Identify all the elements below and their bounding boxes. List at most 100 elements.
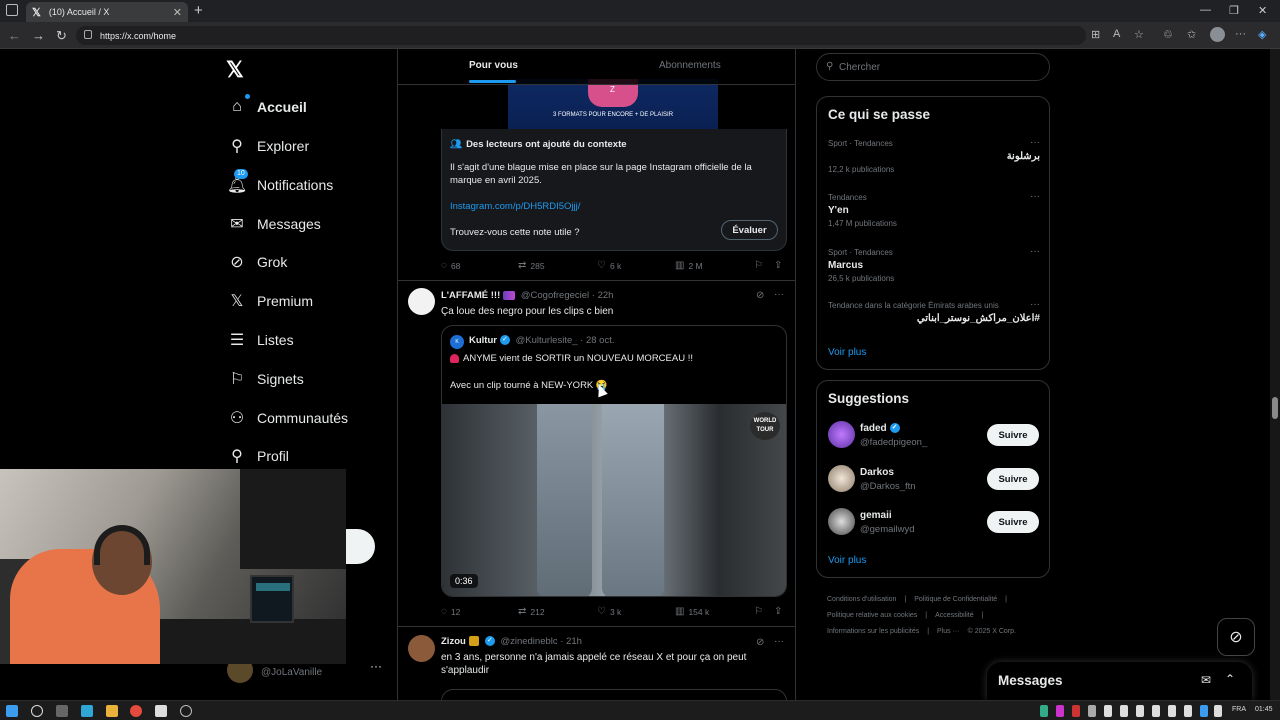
- tray-icon[interactable]: [1072, 705, 1080, 717]
- suggestion-item[interactable]: Darkos @Darkos_ftn Suivre: [828, 465, 1040, 495]
- tab-following[interactable]: Abonnements: [659, 60, 721, 71]
- read-aloud-icon[interactable]: A: [1113, 28, 1120, 40]
- page-scrollbar[interactable]: [1270, 49, 1280, 700]
- bookmark-button[interactable]: ⚐: [754, 260, 767, 271]
- more-link[interactable]: Plus ···: [937, 628, 960, 635]
- nav-item-messages[interactable]: ✉ Messages: [226, 209, 321, 239]
- like-button[interactable]: ♡ 6 k: [597, 260, 621, 271]
- search-icon[interactable]: [31, 705, 43, 717]
- language-indicator[interactable]: FRA: [1232, 706, 1246, 713]
- nav-item-bookmarks[interactable]: ⚐ Signets: [226, 364, 304, 394]
- browser-tab[interactable]: 𝕏 (10) Accueil / X ✕: [26, 2, 188, 22]
- bluetooth-icon[interactable]: [1200, 705, 1208, 717]
- community-note-link[interactable]: Instagram.com/p/DH5RDI5Ojjj/: [450, 201, 580, 212]
- tray-icon[interactable]: [1088, 705, 1096, 717]
- suggestion-item[interactable]: gemaii @gemailwyd Suivre: [828, 508, 1040, 538]
- tweet-author-handle[interactable]: @zinedineblc: [500, 636, 557, 647]
- tweet-avatar[interactable]: [408, 288, 435, 315]
- wifi-icon[interactable]: [1214, 705, 1222, 717]
- promo-image[interactable]: Z 3 FORMATS POUR ENCORE + DE PLAISIR: [508, 79, 718, 129]
- back-icon[interactable]: ←: [8, 28, 21, 43]
- microphone-icon[interactable]: [1120, 705, 1128, 717]
- app-icon[interactable]: ⊞: [1091, 28, 1100, 41]
- grok-icon[interactable]: ⊘: [756, 290, 764, 301]
- nav-item-communities[interactable]: ⚇ Communautés: [226, 403, 348, 433]
- extension-icon[interactable]: ♲: [1163, 28, 1173, 41]
- like-button[interactable]: ♡ 3 k: [597, 606, 621, 617]
- scroll-thumb[interactable]: [1272, 397, 1278, 419]
- tray-icon[interactable]: [1152, 705, 1160, 717]
- forward-icon[interactable]: →: [32, 28, 45, 43]
- file-explorer-icon[interactable]: [106, 705, 118, 717]
- quoted-tweet[interactable]: K Kultur ✓ @Kulturlesite_ · 28 oct. ANYME…: [441, 325, 787, 597]
- show-more-link[interactable]: Voir plus: [828, 347, 866, 358]
- minimize-icon[interactable]: —: [1200, 4, 1211, 16]
- more-icon[interactable]: ···: [1030, 137, 1040, 148]
- reply-button[interactable]: ◌ 68: [441, 260, 460, 271]
- nav-item-lists[interactable]: ☰ Listes: [226, 325, 294, 355]
- reload-icon[interactable]: ↻: [56, 28, 67, 44]
- nav-item-notifications[interactable]: 🔔︎ 10 Notifications: [226, 169, 333, 200]
- grok-floating-button[interactable]: ⊘: [1217, 618, 1255, 656]
- tweet-author-name[interactable]: Zizou: [441, 636, 466, 647]
- maximize-icon[interactable]: ❐: [1229, 4, 1239, 17]
- trend-item[interactable]: Sport · Tendances برشلونة 12,2 k publica…: [828, 137, 1040, 174]
- terms-link[interactable]: Conditions d'utilisation: [827, 596, 896, 603]
- browser-menu-icon[interactable]: ···: [1235, 28, 1246, 40]
- follow-button[interactable]: Suivre: [987, 424, 1039, 446]
- nav-item-premium[interactable]: 𝕏 Premium: [226, 286, 313, 316]
- tray-icon[interactable]: [1040, 705, 1048, 717]
- app-icon[interactable]: [155, 705, 167, 717]
- edge-icon[interactable]: [81, 705, 93, 717]
- nav-item-explore[interactable]: ⚲ Explorer: [226, 131, 309, 161]
- views-button[interactable]: ▥ 154 k: [675, 606, 709, 617]
- grok-icon[interactable]: ⊘: [756, 637, 764, 648]
- more-icon[interactable]: ···: [774, 636, 784, 647]
- bookmark-button[interactable]: ⚐: [754, 606, 767, 617]
- reply-button[interactable]: ◌ 12: [441, 606, 460, 617]
- privacy-link[interactable]: Politique de Confidentialité: [914, 596, 997, 603]
- cookies-link[interactable]: Politique relative aux cookies: [827, 612, 917, 619]
- more-icon[interactable]: ···: [1030, 246, 1040, 257]
- tray-icon[interactable]: [1056, 705, 1064, 717]
- tweet-author-name[interactable]: L'AFFAMÉ !!!: [441, 290, 500, 301]
- account-handle[interactable]: @JoLaVanille: [261, 667, 322, 678]
- address-bar[interactable]: https://x.com/home: [76, 26, 1086, 45]
- tweet-time[interactable]: · 21h: [560, 636, 582, 647]
- search-input[interactable]: ⚲ Chercher: [816, 53, 1050, 81]
- close-tab-icon[interactable]: ✕: [173, 6, 182, 19]
- trend-item[interactable]: Tendances Y'en 1,47 M publications ···: [828, 191, 1040, 228]
- task-view-icon[interactable]: [56, 705, 68, 717]
- tray-icon[interactable]: [1136, 705, 1144, 717]
- favorites-icon[interactable]: ✩: [1187, 28, 1196, 41]
- messages-drawer[interactable]: Messages ✉ ⌃: [987, 662, 1252, 700]
- tray-icon[interactable]: [1168, 705, 1176, 717]
- x-logo-icon[interactable]: 𝕏: [226, 57, 244, 83]
- nav-item-home[interactable]: ⌂ Accueil: [226, 92, 307, 122]
- share-button[interactable]: ⇪: [774, 606, 786, 617]
- repost-button[interactable]: ⇄ 212: [518, 606, 545, 617]
- expand-icon[interactable]: ⌃: [1225, 672, 1235, 686]
- tweet-media-top[interactable]: [441, 689, 787, 700]
- follow-button[interactable]: Suivre: [987, 511, 1039, 533]
- more-icon[interactable]: ···: [774, 289, 784, 300]
- show-more-link[interactable]: Voir plus: [828, 555, 866, 566]
- ads-info-link[interactable]: Informations sur les publicités: [827, 628, 919, 635]
- more-icon[interactable]: ···: [1030, 191, 1040, 202]
- chrome-icon[interactable]: [130, 705, 142, 717]
- more-icon[interactable]: ···: [1030, 299, 1040, 310]
- tab-for-you[interactable]: Pour vous: [469, 60, 518, 71]
- trend-item[interactable]: Tendance dans la catégorie Émirats arabe…: [828, 299, 1040, 324]
- nav-item-profile[interactable]: ⚲ Profil: [226, 441, 289, 471]
- trend-item[interactable]: Sport · Tendances Marcus 26,5 k publicat…: [828, 246, 1040, 283]
- tweet-time[interactable]: · 22h: [592, 290, 614, 301]
- clock[interactable]: 01:45: [1255, 706, 1273, 713]
- favorite-star-icon[interactable]: ☆: [1134, 28, 1144, 41]
- new-tab-button[interactable]: +: [194, 2, 203, 19]
- tweet-author-handle[interactable]: @Cogofregeciel: [521, 290, 589, 301]
- new-message-icon[interactable]: ✉: [1201, 673, 1211, 687]
- window-close-icon[interactable]: ✕: [1258, 4, 1267, 17]
- repost-button[interactable]: ⇄ 285: [518, 260, 545, 271]
- follow-button[interactable]: Suivre: [987, 468, 1039, 490]
- start-icon[interactable]: [6, 705, 18, 717]
